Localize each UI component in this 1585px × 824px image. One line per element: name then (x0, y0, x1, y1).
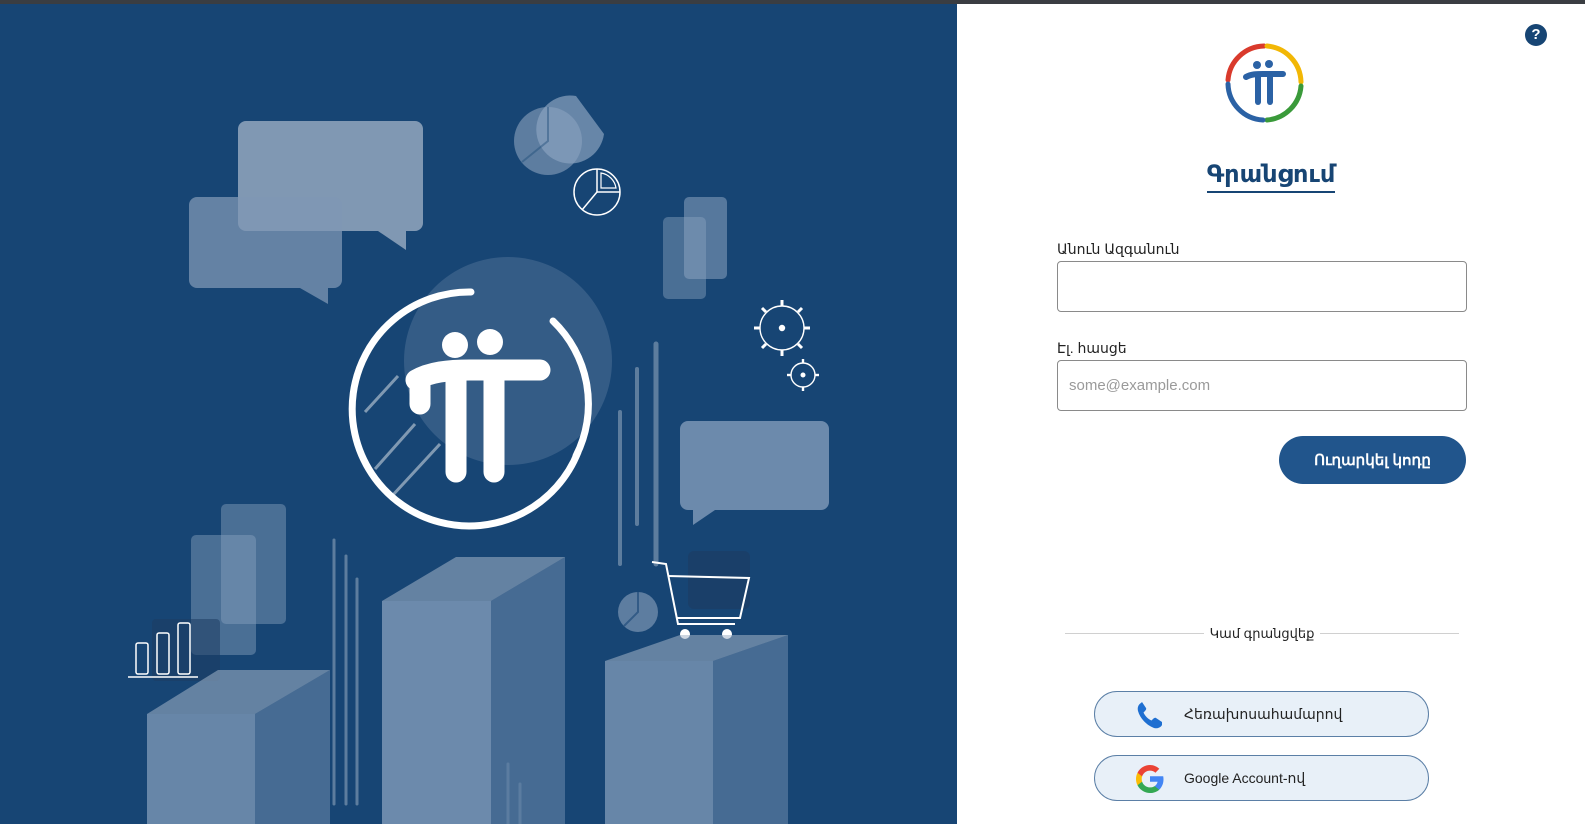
phone-signup-label: Հեռախոսահամարով (1184, 706, 1343, 722)
google-signup-label: Google Account-ով (1184, 770, 1306, 786)
chat-bubble-icon (189, 121, 423, 304)
email-input[interactable] (1057, 360, 1467, 411)
google-signup-button[interactable]: Google Account-ով (1094, 755, 1429, 801)
send-code-button[interactable]: Ուղարկել կոդը (1279, 436, 1466, 484)
name-label: Անուն Ազգանուն (1057, 241, 1180, 257)
phone-icon (1137, 702, 1162, 729)
gear-icon (754, 300, 819, 391)
alt-signup-divider: Կամ գրանցվեք (1065, 626, 1459, 641)
signup-panel: ? Գրանցում Անուն Ազգանուն Էլ. հասցե Ուղա… (957, 4, 1585, 824)
google-icon (1136, 765, 1164, 793)
brand-logo (1225, 43, 1304, 123)
help-icon[interactable]: ? (1525, 24, 1547, 46)
illustration-panel (0, 4, 957, 824)
page-title-wrap: Գրանցում (957, 160, 1585, 193)
pie-chart-icon (514, 95, 621, 216)
illustration (128, 95, 829, 824)
email-label: Էլ. հասցե (1057, 340, 1127, 356)
chat-bubble-icon (680, 421, 829, 525)
page-title: Գրանցում (1206, 160, 1336, 193)
divider-text: Կամ գրանցվեք (1203, 626, 1321, 641)
name-input[interactable] (1057, 261, 1467, 312)
phone-signup-button[interactable]: Հեռախոսահամարով (1094, 691, 1429, 737)
